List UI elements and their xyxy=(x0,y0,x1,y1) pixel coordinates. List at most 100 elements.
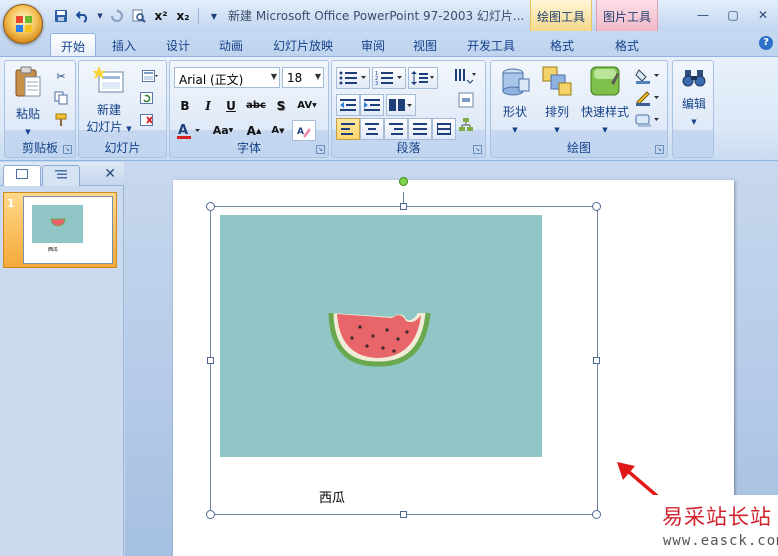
resize-handle-left[interactable] xyxy=(207,357,214,364)
arrange-label: 排列 xyxy=(544,105,569,119)
group-font: Arial (正文) ▼ 18 ▼ B I U abc S AV ▼ A Aa ▼ … xyxy=(169,60,329,158)
arrange-icon xyxy=(542,66,572,96)
new-slide-label-text: 幻灯片 xyxy=(86,120,123,134)
grow-font-button[interactable]: A ▲ xyxy=(242,120,266,141)
copy-icon[interactable] xyxy=(51,89,71,107)
new-slide-button[interactable]: 新建 幻灯片 ▼ xyxy=(83,65,135,135)
resize-handle-top[interactable] xyxy=(400,203,407,210)
close-icon[interactable]: ✕ xyxy=(748,4,778,26)
resize-handle-top-left[interactable] xyxy=(206,202,215,211)
reset-slide-icon[interactable] xyxy=(137,89,157,107)
shadow-button[interactable]: S xyxy=(270,95,292,116)
print-preview-icon[interactable] xyxy=(130,7,148,25)
paste-button[interactable]: 粘贴 ▼ xyxy=(9,65,47,136)
italic-button[interactable]: I xyxy=(197,95,219,116)
tab-drawing-format[interactable]: 格式 xyxy=(540,33,584,56)
align-right-button[interactable] xyxy=(384,118,408,140)
tab-animations[interactable]: 动画 xyxy=(211,33,251,56)
numbering-button[interactable]: 123 xyxy=(372,67,406,89)
strikethrough-button[interactable]: abc xyxy=(243,95,269,116)
save-icon[interactable] xyxy=(52,7,70,25)
shape-outline-icon[interactable] xyxy=(633,89,663,107)
watermark-text: 易采站长站 xyxy=(662,505,772,529)
font-size-combo[interactable]: 18 ▼ xyxy=(282,67,324,88)
thumbnail-caption: 西瓜 xyxy=(48,247,59,253)
distributed-button[interactable] xyxy=(432,118,456,140)
slide-thumbnail-selected[interactable]: 1 西瓜 xyxy=(3,192,117,268)
font-color-button[interactable]: A xyxy=(174,120,204,141)
window-controls: — ▢ ✕ xyxy=(688,4,778,26)
font-name-combo[interactable]: Arial (正文) ▼ xyxy=(174,67,280,88)
quick-styles-button[interactable]: 快速样式 ▼ xyxy=(579,65,631,134)
bullets-button[interactable] xyxy=(336,67,370,89)
group-label-slides: 幻灯片 xyxy=(104,141,141,155)
change-case-button[interactable]: Aa ▼ xyxy=(208,120,238,141)
decrease-indent-button[interactable] xyxy=(336,94,360,116)
smartart-icon[interactable] xyxy=(456,116,476,134)
font-size-value: 18 xyxy=(287,71,303,85)
tab-slides[interactable] xyxy=(3,165,41,186)
align-center-icon xyxy=(365,123,379,135)
shrink-font-button[interactable]: A ▼ xyxy=(266,120,290,141)
align-text-icon[interactable] xyxy=(456,91,476,109)
character-spacing-button[interactable]: AV ▼ xyxy=(292,95,322,116)
justify-button[interactable] xyxy=(408,118,432,140)
resize-handle-bottom[interactable] xyxy=(400,511,407,518)
columns-icon xyxy=(389,99,412,111)
superscript-icon[interactable]: x² xyxy=(152,7,170,25)
align-center-button[interactable] xyxy=(360,118,384,140)
text-direction-icon[interactable] xyxy=(452,67,478,85)
undo-icon[interactable] xyxy=(74,7,92,25)
subscript-icon[interactable]: x₂ xyxy=(174,7,192,25)
tab-design[interactable]: 设计 xyxy=(158,33,198,56)
tab-picture-format[interactable]: 格式 xyxy=(605,33,649,56)
tab-slideshow[interactable]: 幻灯片放映 xyxy=(266,33,340,56)
align-left-button[interactable] xyxy=(336,118,360,140)
tab-review[interactable]: 审阅 xyxy=(353,33,393,56)
font-color-icon: A xyxy=(177,123,200,139)
dialog-launcher-icon[interactable]: ↘ xyxy=(473,145,482,154)
chevron-down-icon[interactable]: ▼ xyxy=(96,7,104,25)
help-icon[interactable]: ? xyxy=(759,36,773,50)
delete-slide-icon[interactable] xyxy=(137,111,157,129)
slides-tab-icon xyxy=(16,169,28,179)
tab-view[interactable]: 视图 xyxy=(405,33,445,56)
line-spacing-button[interactable] xyxy=(408,67,438,89)
resize-handle-bottom-left[interactable] xyxy=(206,510,215,519)
office-button[interactable] xyxy=(3,4,43,44)
shapes-button[interactable]: 形状 ▼ xyxy=(495,65,535,134)
tab-insert[interactable]: 插入 xyxy=(104,33,144,56)
tab-developer[interactable]: 开发工具 xyxy=(460,33,522,56)
resize-handle-right[interactable] xyxy=(593,357,600,364)
format-painter-icon[interactable] xyxy=(51,111,71,129)
maximize-icon[interactable]: ▢ xyxy=(718,4,748,26)
customize-icon[interactable]: ▼ xyxy=(205,7,223,25)
redo-icon[interactable] xyxy=(108,7,126,25)
resize-handle-bottom-right[interactable] xyxy=(592,510,601,519)
resize-handle-top-right[interactable] xyxy=(592,202,601,211)
rotate-handle[interactable] xyxy=(399,177,408,186)
shape-effects-icon[interactable] xyxy=(633,111,663,129)
dialog-launcher-icon[interactable]: ↘ xyxy=(655,145,664,154)
slide-thumbnail[interactable]: 西瓜 xyxy=(23,196,113,264)
dialog-launcher-icon[interactable]: ↘ xyxy=(316,145,325,154)
tab-home[interactable]: 开始 xyxy=(50,33,96,57)
group-editing: 编辑 ▼ xyxy=(672,60,714,158)
columns-button[interactable] xyxy=(386,94,416,116)
underline-button[interactable]: U xyxy=(220,95,242,116)
shape-fill-icon[interactable] xyxy=(633,67,663,85)
layout-icon[interactable] xyxy=(137,67,163,85)
title-bar: ▼ x² x₂ ▼ 新建 Microsoft Office PowerPoint… xyxy=(0,0,778,31)
ribbon-tabs: 开始 插入 设计 动画 幻灯片放映 审阅 视图 开发工具 格式 格式 ? xyxy=(0,31,778,57)
increase-indent-button[interactable] xyxy=(360,94,384,116)
editing-button[interactable]: 编辑 ▼ xyxy=(675,67,713,126)
dialog-launcher-icon[interactable]: ↘ xyxy=(63,145,72,154)
arrange-button[interactable]: 排列 ▼ xyxy=(537,65,577,134)
cut-icon[interactable]: ✂ xyxy=(51,67,71,85)
close-panel-icon[interactable]: ✕ xyxy=(104,166,116,182)
bold-button[interactable]: B xyxy=(174,95,196,116)
tab-outline[interactable] xyxy=(42,165,80,186)
clear-formatting-button[interactable]: A xyxy=(292,120,316,141)
minimize-icon[interactable]: — xyxy=(688,4,718,26)
group-slides: 新建 幻灯片 ▼ 幻灯片 xyxy=(78,60,167,158)
